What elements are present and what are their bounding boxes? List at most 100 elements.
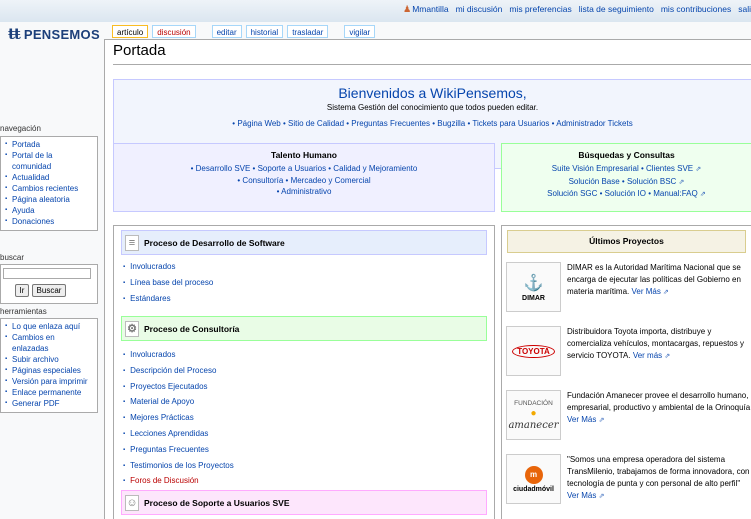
- projects-title: Últimos Proyectos: [507, 230, 746, 253]
- tools-portal: Lo que enlaza aquí Cambios en enlazadas …: [0, 318, 98, 413]
- tab-article[interactable]: artículo: [112, 25, 149, 38]
- user-link[interactable]: ♟Mmantilla: [403, 4, 448, 15]
- welcome-links[interactable]: • Página Web • Sitio de Calidad • Pregun…: [114, 119, 751, 128]
- logo-text: PENSEMOS: [23, 26, 100, 42]
- tab-edit[interactable]: editar: [211, 25, 242, 38]
- ver-mas-link[interactable]: Ver Más: [567, 491, 596, 500]
- list-item[interactable]: Estándares: [123, 292, 213, 308]
- tools-item[interactable]: Subir archivo: [1, 354, 97, 365]
- nav-item[interactable]: Donaciones: [1, 216, 97, 227]
- nav-item[interactable]: Ayuda: [1, 205, 97, 216]
- desarrollo-list: Involucrados Línea base del proceso Está…: [123, 260, 213, 307]
- tools-item[interactable]: Cambios en enlazadas: [1, 332, 71, 354]
- tools-item[interactable]: Páginas especiales: [1, 365, 97, 376]
- external-link-icon: ⇗: [695, 166, 702, 173]
- tools-item[interactable]: Versión para imprimir: [1, 376, 97, 387]
- consultoria-list: Involucrados Descripción del Proceso Pro…: [123, 348, 234, 490]
- list-item[interactable]: Lecciones Aprendidas: [123, 427, 234, 443]
- external-link-icon: ⇗: [699, 191, 706, 198]
- page-title: Portada: [113, 42, 166, 59]
- search-button[interactable]: Buscar: [32, 284, 66, 297]
- preferences-link[interactable]: mis preferencias: [509, 4, 571, 15]
- talento-title: Talento Humano: [271, 150, 337, 160]
- external-link-icon: ⇗: [664, 353, 671, 360]
- ver-mas-link[interactable]: Ver Más: [567, 415, 596, 424]
- external-link-icon: ⇗: [663, 289, 669, 296]
- site-logo[interactable]: ŧŧ PENSEMOS: [0, 24, 104, 44]
- user-icon: ♟: [403, 4, 412, 14]
- nav-item[interactable]: Página aleatoria: [1, 194, 97, 205]
- busquedas-line[interactable]: Solución Base • Solución BSC: [569, 177, 677, 186]
- list-item[interactable]: Involucrados: [123, 260, 213, 276]
- list-item[interactable]: Preguntas Frecuentes: [123, 443, 234, 459]
- project-description: Fundación Amanecer provee el desarrollo …: [567, 391, 751, 424]
- ver-mas-link[interactable]: Ver más: [633, 351, 662, 360]
- welcome-subheading: Sistema Gestión del conocimiento que tod…: [326, 103, 539, 112]
- project-item: TOYOTA Distribuidora Toyota importa, dis…: [502, 322, 751, 386]
- my-talk-link[interactable]: mi discusión: [456, 4, 503, 15]
- projects-box: Últimos Proyectos ⚓ DIMAR DIMAR es la Au…: [501, 225, 751, 519]
- personal-tools: ♟Mmantilla mi discusión mis preferencias…: [403, 4, 751, 15]
- talento-humano-box: Talento Humano • Desarrollo SVE • Soport…: [113, 143, 495, 212]
- section-soporte: ☺ Proceso de Soporte a Usuarios SVE: [121, 490, 487, 515]
- tab-discussion[interactable]: discusión: [152, 25, 196, 38]
- project-description: "Somos una empresa operadora del sistema…: [567, 455, 750, 500]
- nav-item[interactable]: Actualidad: [1, 172, 97, 183]
- page-tabs: artículo discusión editar historial tras…: [112, 25, 376, 39]
- external-link-icon: ⇗: [678, 178, 685, 186]
- talento-line[interactable]: • Administrativo: [114, 186, 494, 198]
- search-input[interactable]: [3, 268, 91, 279]
- watchlist-link[interactable]: lista de seguimiento: [579, 4, 654, 15]
- busquedas-line[interactable]: Solución SGC • Solución IO • Manual:FAQ: [547, 189, 698, 198]
- project-description: Distribuidora Toyota importa, distribuye…: [567, 327, 744, 360]
- list-item[interactable]: Descripción del Proceso: [123, 364, 234, 380]
- logo-icon: ŧŧ: [8, 25, 21, 43]
- tab-watch[interactable]: vigilar: [344, 25, 376, 38]
- support-icon: ☺: [125, 494, 139, 511]
- list-item[interactable]: Foros de Discusión: [123, 474, 234, 490]
- welcome-heading: Bienvenidos a WikiPensemos,: [338, 85, 527, 101]
- tab-history[interactable]: historial: [245, 25, 284, 38]
- dimar-logo: ⚓ DIMAR: [506, 262, 561, 312]
- list-item[interactable]: Proyectos Ejecutados: [123, 380, 234, 396]
- contributions-link[interactable]: mis contribuciones: [661, 4, 731, 15]
- cm-icon: m: [524, 465, 543, 484]
- sun-icon: ●: [530, 407, 537, 419]
- section-consultoria: ⚙ Proceso de Consultoría: [121, 316, 487, 341]
- nav-item[interactable]: Portal de la comunidad: [1, 150, 81, 172]
- talento-line[interactable]: • Desarrollo SVE • Soporte a Usuarios • …: [114, 163, 494, 175]
- user-name[interactable]: Mmantilla: [412, 4, 448, 14]
- ciudadmovil-logo: m ciudadmóvil: [506, 454, 561, 504]
- logout-link[interactable]: sali: [738, 4, 751, 15]
- list-item[interactable]: Mejores Prácticas: [123, 411, 234, 427]
- section-desarrollo: ≡ Proceso de Desarrollo de Software: [121, 230, 487, 255]
- list-item[interactable]: Material de Apoyo: [123, 395, 234, 411]
- busquedas-line[interactable]: Suite Visión Empresarial • Clientes SVE: [552, 164, 693, 173]
- section-title: Proceso de Soporte a Usuarios SVE: [144, 497, 290, 508]
- tools-item[interactable]: Lo que enlaza aquí: [1, 321, 97, 332]
- toyota-logo: TOYOTA: [506, 326, 561, 376]
- document-icon: ≡: [125, 234, 139, 251]
- content-area: Portada Bienvenidos a WikiPensemos, Sist…: [104, 39, 751, 519]
- external-link-icon: ⇗: [598, 417, 605, 424]
- section-title: Proceso de Desarrollo de Software: [144, 237, 285, 248]
- list-item[interactable]: Involucrados: [123, 348, 234, 364]
- nav-item[interactable]: Portada: [1, 139, 97, 150]
- ver-mas-link[interactable]: Ver Más: [631, 287, 660, 296]
- anchor-icon: ⚓: [523, 274, 544, 292]
- tab-move[interactable]: trasladar: [287, 25, 329, 38]
- project-item: m ciudadmóvil "Somos una empresa operado…: [502, 450, 751, 514]
- talento-line[interactable]: • Consultoría • Mercadeo y Comercial: [114, 175, 494, 187]
- external-link-icon: ⇗: [598, 493, 605, 500]
- list-item[interactable]: Testimonios de los Proyectos: [123, 459, 234, 475]
- tools-item[interactable]: Generar PDF: [1, 398, 97, 409]
- tools-heading: herramientas: [0, 307, 47, 316]
- go-button[interactable]: Ir: [15, 284, 29, 297]
- nav-heading: navegación: [0, 124, 41, 133]
- busquedas-box: Búsquedas y Consultas Suite Visión Empre…: [501, 143, 751, 212]
- nav-item[interactable]: Cambios recientes: [1, 183, 97, 194]
- project-description: DIMAR es la Autoridad Marítima Nacional …: [567, 263, 741, 296]
- list-item[interactable]: Línea base del proceso: [123, 276, 213, 292]
- tools-item[interactable]: Enlace permanente: [1, 387, 97, 398]
- search-heading: buscar: [0, 253, 25, 262]
